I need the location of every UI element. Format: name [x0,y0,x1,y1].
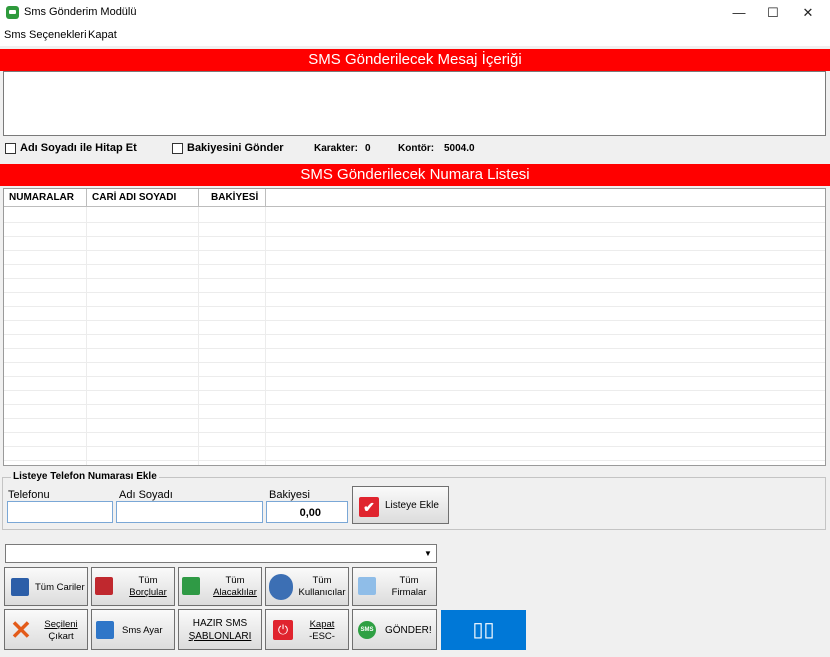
remove-icon: ✕ [10,615,32,645]
window-title: Sms Gönderim Modülü [24,6,137,18]
phone-label: Telefonu [8,489,50,501]
col-bakiyesi[interactable]: BAKİYESİ [199,189,266,207]
debtor-icon [95,577,113,595]
tum-kullanicilar-line1: Tüm [312,575,332,586]
message-textarea[interactable] [3,71,826,136]
list-grid-line [4,250,825,251]
list-grid-line [4,320,825,321]
user-icon [269,574,293,600]
list-grid-line [4,264,825,265]
sms-ayar-button[interactable]: Sms Ayar [91,609,175,650]
menu-bar: Sms Seçenekleri Kapat [0,26,830,46]
menu-kapat[interactable]: Kapat [88,29,117,41]
list-grid-line [4,334,825,335]
column-divider [198,207,199,465]
balance-input[interactable]: 0,00 [266,501,348,523]
bakiye-checkbox[interactable] [172,143,183,154]
blue-status-panel[interactable]: ▯▯ [441,610,526,650]
hazir-sablonlar-line2: ŞABLONLARI [188,631,252,642]
options-row: Adı Soyadı ile Hitap Et Bakiyesini Gönde… [0,141,830,157]
list-grid-line [4,432,825,433]
phone-input[interactable] [7,501,113,523]
add-phone-group: Listeye Telefon Numarası Ekle Telefonu A… [2,471,826,530]
store-icon [358,577,376,595]
tum-borclular-line1: Tüm [138,575,158,586]
name-label: Adı Soyadı [119,489,173,501]
column-divider [265,207,266,465]
list-grid-line [4,460,825,461]
list-grid-line [4,236,825,237]
gonder-button[interactable]: SMS GÖNDER! [352,609,437,650]
list-grid-line [4,306,825,307]
tum-kullanicilar-line2: Kullanıcılar [298,587,346,598]
add-phone-group-title: Listeye Telefon Numarası Ekle [11,471,159,482]
name-input[interactable] [116,501,263,523]
list-grid-line [4,278,825,279]
list-grid-line [4,376,825,377]
number-list-header: SMS Gönderilecek Numara Listesi [0,164,830,186]
kontor-value: 5004.0 [444,143,475,154]
tum-kullanicilar-button[interactable]: Tüm Kullanıcılar [265,567,349,606]
sms-template-combo[interactable]: ▼ [5,544,437,563]
tum-alacaklilar-line1: Tüm [225,575,245,586]
list-grid-line [4,348,825,349]
karakter-value: 0 [365,143,371,154]
list-grid-line [4,292,825,293]
tum-cariler-label: Tüm Cariler [35,582,85,593]
gonder-label: GÖNDER! [385,625,432,636]
hitap-label: Adı Soyadı ile Hitap Et [20,142,137,154]
tum-firmalar-line1: Tüm [399,575,419,586]
col-cari-adi[interactable]: CARİ ADI SOYADI [87,189,199,207]
secileni-cikart-line1: Seçileni [44,619,78,630]
list-grid-line [4,222,825,223]
title-bar: Sms Gönderim Modülü — ☐ ✕ [0,0,830,26]
tum-alacaklilar-button[interactable]: Tüm Alacaklılar [178,567,262,606]
secileni-cikart-button[interactable]: ✕ Seçileni Çıkart [4,609,88,650]
column-divider [86,207,87,465]
close-button[interactable]: ✕ [786,0,830,26]
list-grid-line [4,362,825,363]
check-icon: ✔ [359,497,379,517]
list-grid-line [4,404,825,405]
hitap-checkbox[interactable] [5,143,16,154]
col-numaralar[interactable]: NUMARALAR [4,189,87,207]
kapat-button[interactable]: ⏻ Kapat -ESC- [265,609,349,650]
tum-borclular-button[interactable]: Tüm Borçlular [91,567,175,606]
add-to-list-label: Listeye Ekle [385,500,439,511]
secileni-cikart-line2: Çıkart [48,631,74,642]
balance-label: Bakiyesi [269,489,310,501]
power-icon: ⏻ [273,620,293,640]
list-grid-line [4,446,825,447]
sms-icon: SMS [358,621,376,639]
tum-cariler-button[interactable]: Tüm Cariler [4,567,88,606]
kapat-line1: Kapat [309,619,335,630]
menu-sms-secenekleri[interactable]: Sms Seçenekleri [4,29,87,41]
add-to-list-button[interactable]: ✔ Listeye Ekle [352,486,449,524]
tum-alacaklilar-line2: Alacaklılar [213,587,257,598]
creditor-icon [182,577,200,595]
chevron-down-icon[interactable]: ▼ [421,546,435,561]
list-header-row: NUMARALAR CARİ ADI SOYADI BAKİYESİ [4,189,825,207]
hazir-sablonlar-button[interactable]: HAZIR SMS ŞABLONLARI [178,609,262,650]
kontor-label: Kontör: [398,143,435,154]
list-grid-line [4,418,825,419]
number-list[interactable]: NUMARALAR CARİ ADI SOYADI BAKİYESİ [3,188,826,466]
bakiye-label: Bakiyesini Gönder [187,142,284,154]
karakter-label: Karakter: [314,143,358,154]
sms-ayar-label: Sms Ayar [122,625,163,636]
tum-firmalar-button[interactable]: Tüm Firmalar [352,567,437,606]
list-grid-line [4,390,825,391]
app-icon [6,6,19,19]
message-section-header: SMS Gönderilecek Mesaj İçeriği [0,49,830,71]
settings-icon [96,621,114,639]
kapat-line2: -ESC- [309,631,335,642]
tum-borclular-line2: Borçlular [129,587,167,598]
tum-firmalar-line2: Firmalar [391,587,427,598]
hazir-sablonlar-line1: HAZIR SMS [192,618,248,629]
person-icon [11,578,29,596]
